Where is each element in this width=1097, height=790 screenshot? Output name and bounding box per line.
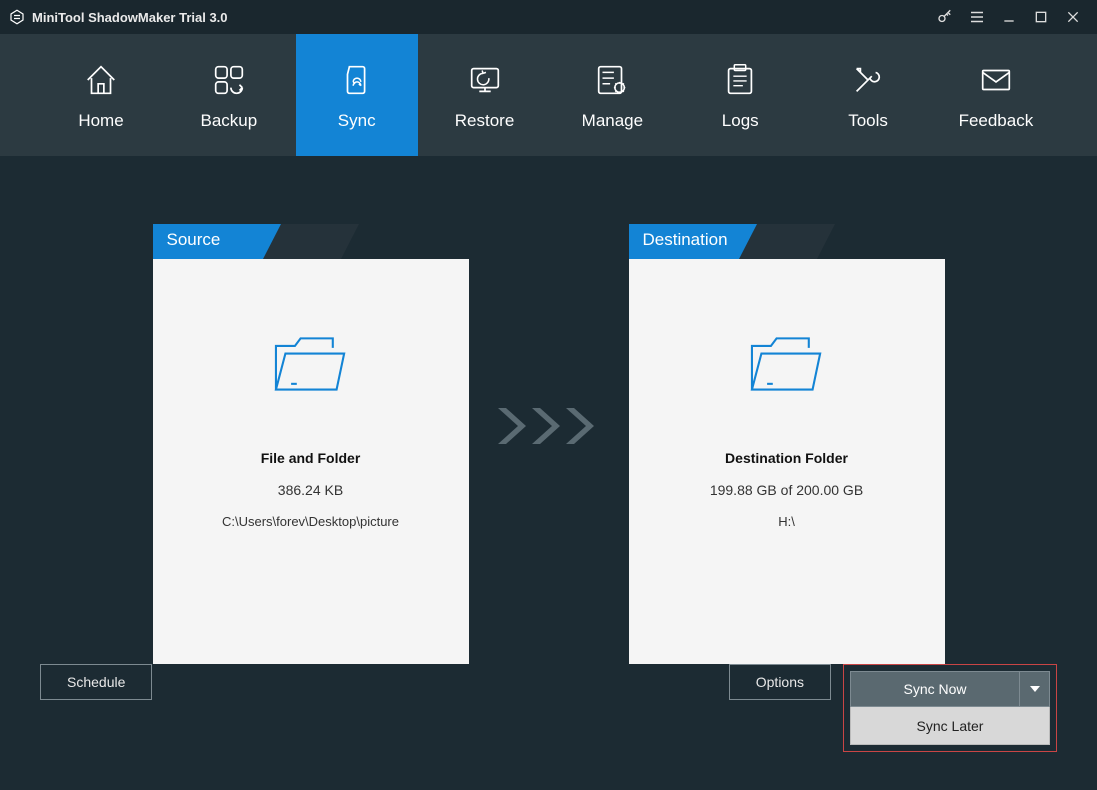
options-button[interactable]: Options [729, 664, 831, 700]
destination-path: H:\ [778, 514, 795, 529]
nav-label: Sync [338, 111, 376, 131]
sync-icon [338, 59, 376, 101]
destination-card[interactable]: Destination Folder 199.88 GB of 200.00 G… [629, 259, 945, 664]
minimize-button[interactable] [993, 0, 1025, 34]
feedback-icon [977, 59, 1015, 101]
nav-label: Restore [455, 111, 515, 131]
source-size: 386.24 KB [278, 482, 343, 498]
nav-label: Home [78, 111, 123, 131]
arrow-icon [469, 224, 629, 448]
titlebar: MiniTool ShadowMaker Trial 3.0 [0, 0, 1097, 34]
sync-later-option[interactable]: Sync Later [850, 707, 1050, 745]
bottom-bar: Schedule Options Sync Now Sync Later [0, 664, 1097, 752]
nav-label: Backup [200, 111, 257, 131]
nav-manage[interactable]: Manage [551, 34, 673, 156]
folder-icon [744, 327, 830, 404]
nav-tools[interactable]: Tools [807, 34, 929, 156]
app-logo-icon [8, 8, 26, 26]
main-nav: Home Backup Sync Restore Manage Logs T [0, 34, 1097, 156]
sync-dropdown-toggle[interactable] [1020, 671, 1050, 707]
manage-icon [593, 59, 631, 101]
nav-label: Manage [582, 111, 643, 131]
sync-now-button[interactable]: Sync Now [850, 671, 1020, 707]
destination-title: Destination Folder [725, 450, 848, 466]
nav-label: Logs [722, 111, 759, 131]
source-card[interactable]: File and Folder 386.24 KB C:\Users\forev… [153, 259, 469, 664]
schedule-button[interactable]: Schedule [40, 664, 152, 700]
nav-label: Feedback [959, 111, 1034, 131]
nav-label: Tools [848, 111, 888, 131]
source-title: File and Folder [261, 450, 361, 466]
nav-feedback[interactable]: Feedback [935, 34, 1057, 156]
restore-icon [466, 59, 504, 101]
menu-icon[interactable] [961, 0, 993, 34]
home-icon [82, 59, 120, 101]
backup-icon [210, 59, 248, 101]
header-corner [281, 224, 341, 259]
source-path: C:\Users\forev\Desktop\picture [222, 514, 399, 529]
app-title: MiniTool ShadowMaker Trial 3.0 [32, 10, 228, 25]
maximize-button[interactable] [1025, 0, 1057, 34]
main-area: Source File and Folder 386.24 KB C:\User… [0, 156, 1097, 790]
logs-icon [721, 59, 759, 101]
tools-icon [849, 59, 887, 101]
header-corner [757, 224, 817, 259]
nav-logs[interactable]: Logs [679, 34, 801, 156]
nav-home[interactable]: Home [40, 34, 162, 156]
sync-dropdown-group: Sync Now Sync Later [843, 664, 1057, 752]
close-button[interactable] [1057, 0, 1089, 34]
key-icon[interactable] [929, 0, 961, 34]
destination-panel: Destination Destination Folder 199.88 GB… [629, 224, 945, 664]
nav-sync[interactable]: Sync [296, 34, 418, 156]
source-panel: Source File and Folder 386.24 KB C:\User… [153, 224, 469, 664]
nav-restore[interactable]: Restore [424, 34, 546, 156]
destination-size: 199.88 GB of 200.00 GB [710, 482, 863, 498]
nav-backup[interactable]: Backup [168, 34, 290, 156]
folder-icon [268, 327, 354, 404]
